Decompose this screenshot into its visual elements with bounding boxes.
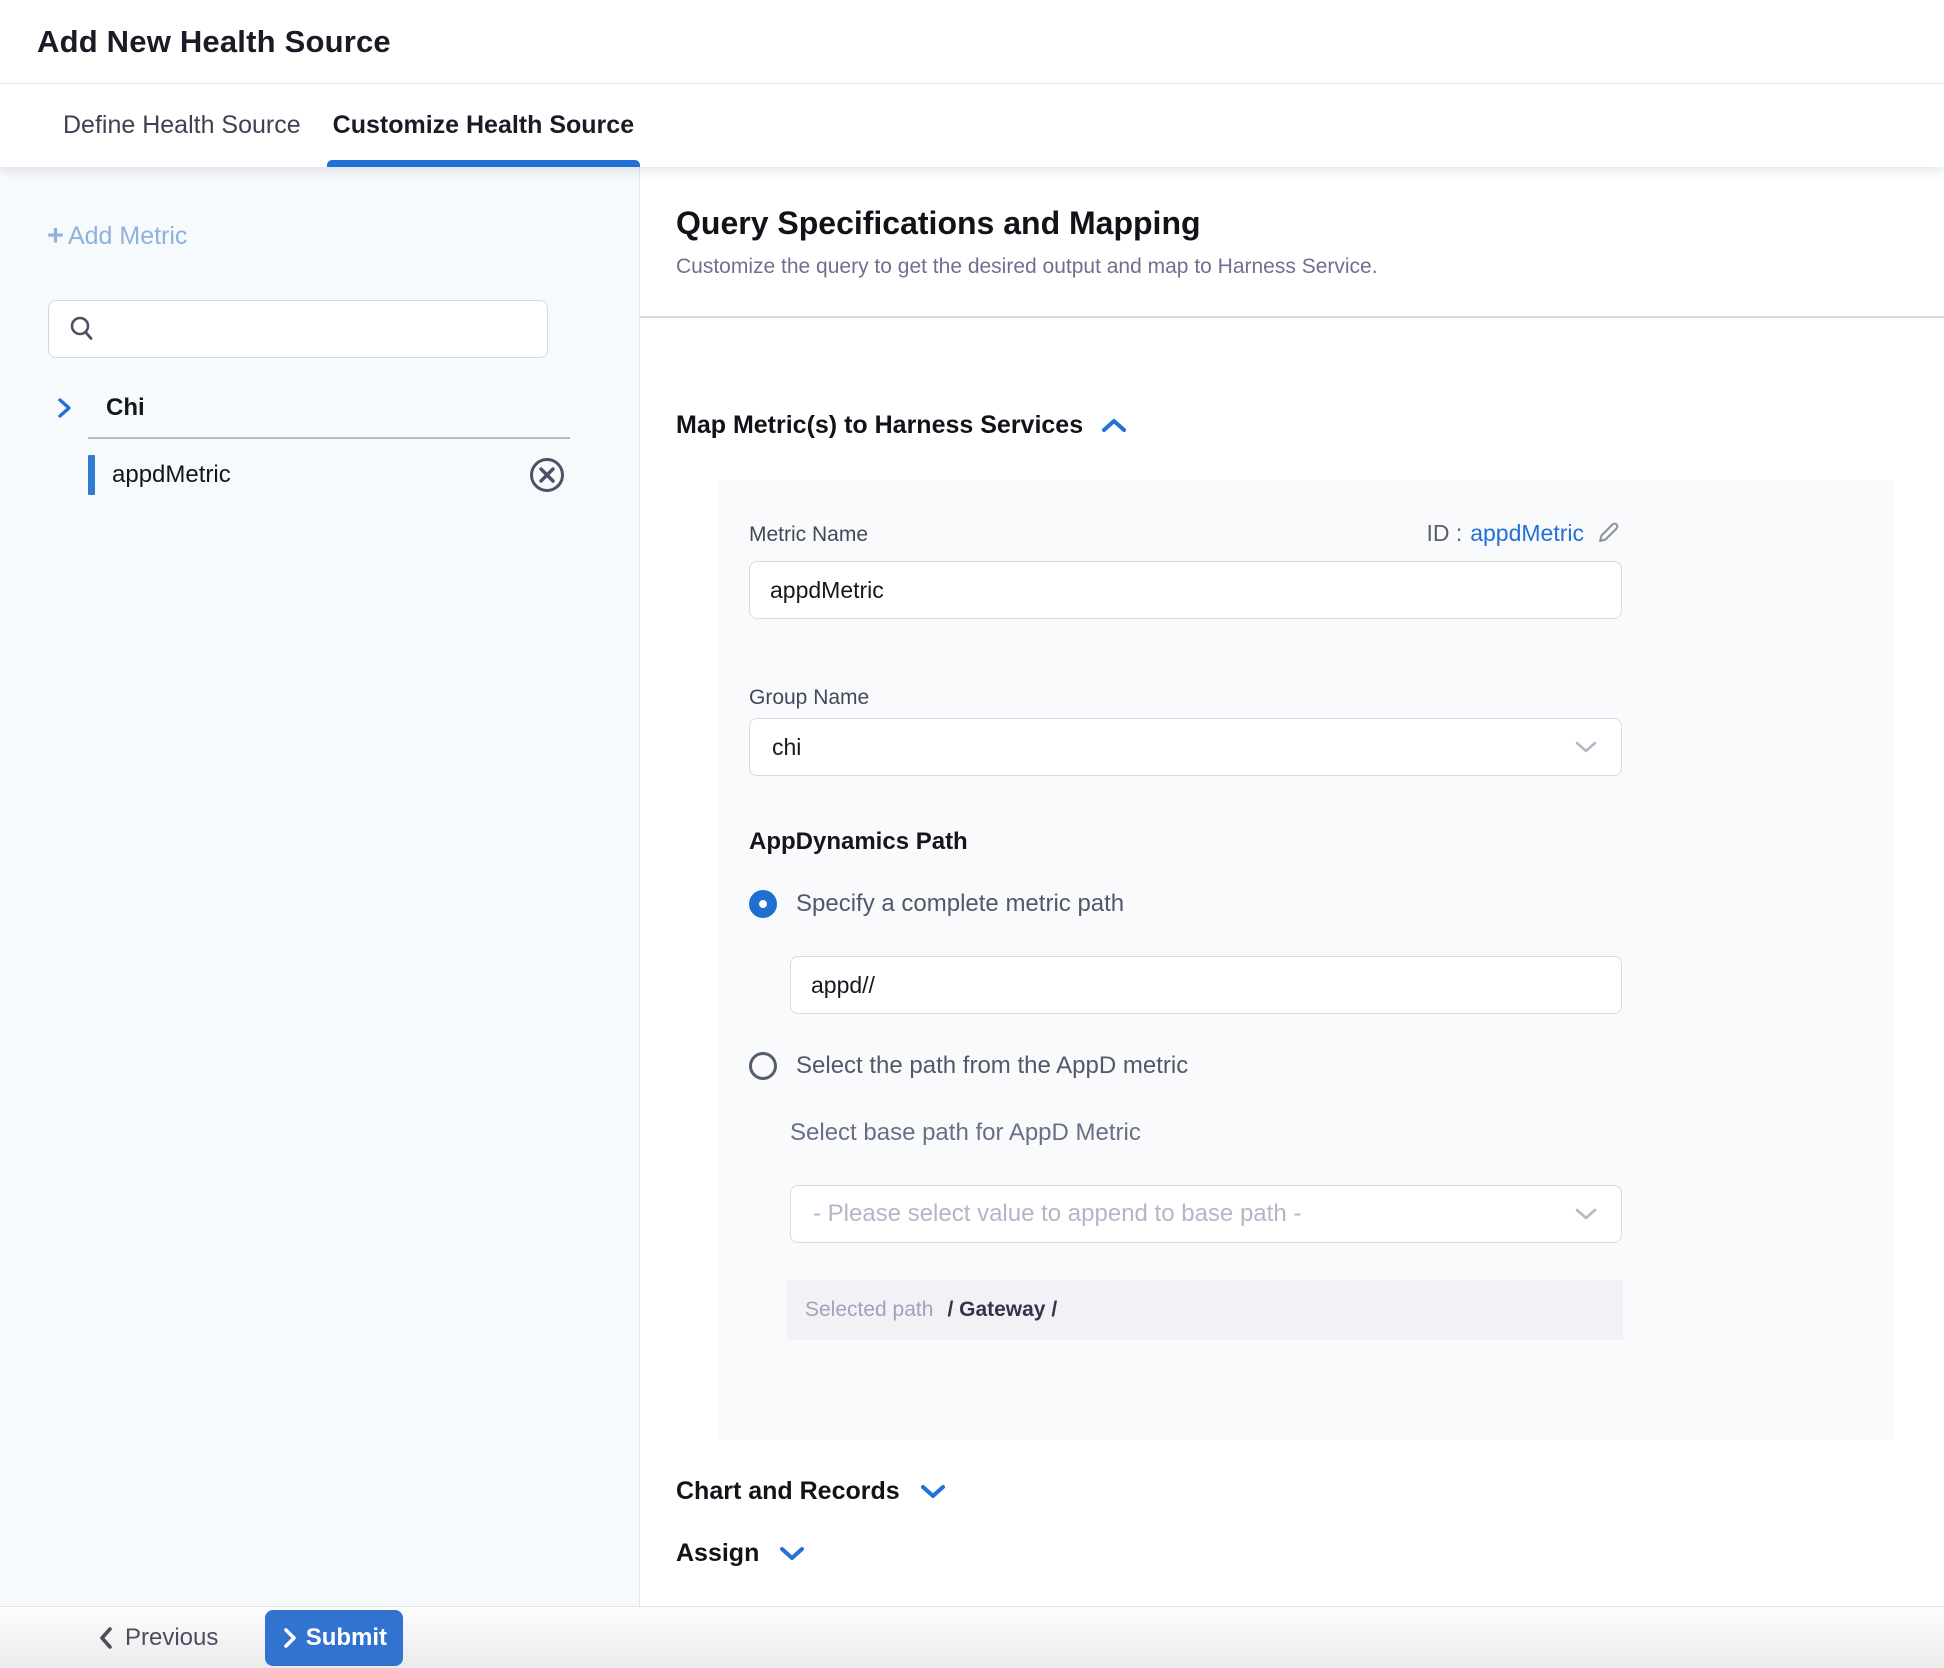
id-label: ID :	[1426, 520, 1462, 547]
chart-records-title: Chart and Records	[676, 1477, 900, 1506]
heading-divider	[640, 316, 1944, 318]
chevron-down-icon	[776, 1544, 808, 1564]
base-path-select[interactable]: - Please select value to append to base …	[790, 1185, 1622, 1243]
add-metric-label: Add Metric	[68, 222, 187, 251]
tab-label: Define Health Source	[63, 111, 301, 140]
metric-name-input[interactable]	[749, 561, 1622, 619]
selected-path-display: Selected path / Gateway /	[787, 1280, 1623, 1340]
appdynamics-path-label: AppDynamics Path	[749, 828, 1895, 856]
map-metrics-title: Map Metric(s) to Harness Services	[676, 411, 1083, 440]
circle-x-icon	[527, 455, 567, 495]
base-path-label: Select base path for AppD Metric	[790, 1119, 1895, 1147]
active-tab-underline	[327, 160, 640, 167]
metric-search-box	[48, 300, 548, 358]
add-metric-button[interactable]: + Add Metric	[47, 222, 639, 251]
chevron-down-icon	[1573, 1206, 1599, 1222]
query-specifications-panel: Query Specifications and Mapping Customi…	[640, 167, 1944, 1606]
selected-indicator-bar	[88, 455, 95, 495]
radio-select-path-from-appd[interactable]: Select the path from the AppD metric	[749, 1052, 1895, 1080]
complete-metric-path-input[interactable]	[790, 956, 1622, 1014]
submit-label: Submit	[306, 1624, 387, 1652]
metric-name-label: Metric Name	[749, 523, 868, 547]
radio-label: Specify a complete metric path	[796, 890, 1124, 918]
metric-id-group: ID : appdMetric	[1426, 519, 1622, 547]
previous-button[interactable]: Previous	[97, 1624, 218, 1652]
chart-and-records-toggle[interactable]: Chart and Records	[676, 1477, 1944, 1506]
selected-path-label: Selected path	[805, 1298, 933, 1322]
tab-define-health-source[interactable]: Define Health Source	[63, 84, 301, 167]
page-title: Add New Health Source	[37, 24, 391, 60]
dialog-header: Add New Health Source	[0, 0, 1944, 84]
search-input[interactable]	[109, 301, 547, 357]
plus-icon: +	[47, 222, 64, 251]
id-value-link[interactable]: appdMetric	[1470, 520, 1584, 547]
add-health-source-dialog: Add New Health Source Define Health Sour…	[0, 0, 1944, 1668]
delete-metric-button[interactable]	[527, 455, 567, 495]
selected-path-value: / Gateway /	[947, 1298, 1057, 1322]
chevron-left-icon	[97, 1625, 115, 1651]
assign-toggle[interactable]: Assign	[676, 1539, 1944, 1568]
group-name-label: Group Name	[749, 686, 1895, 710]
assign-title: Assign	[676, 1539, 759, 1568]
chevron-up-icon	[1099, 416, 1129, 436]
chevron-down-icon	[917, 1482, 949, 1502]
metrics-sidebar: + Add Metric Chi	[0, 167, 640, 1606]
chevron-right-icon	[282, 1626, 298, 1650]
group-name-select[interactable]: chi	[749, 718, 1622, 776]
sidebar-group-chi[interactable]: Chi	[53, 394, 639, 422]
radio-unselected-icon	[749, 1052, 777, 1080]
chevron-right-icon	[53, 396, 75, 420]
metric-item-label: appdMetric	[112, 461, 527, 489]
group-label: Chi	[106, 394, 145, 422]
sidebar-item-appdmetric[interactable]: appdMetric	[0, 453, 639, 497]
search-icon	[67, 314, 97, 344]
chevron-down-icon	[1573, 739, 1599, 755]
radio-complete-metric-path[interactable]: Specify a complete metric path	[749, 890, 1895, 918]
dialog-footer: Previous Submit	[0, 1606, 1944, 1668]
submit-button[interactable]: Submit	[265, 1610, 403, 1666]
previous-label: Previous	[125, 1624, 218, 1652]
map-metrics-section-toggle[interactable]: Map Metric(s) to Harness Services	[676, 411, 1944, 440]
tab-customize-health-source[interactable]: Customize Health Source	[333, 84, 634, 167]
radio-selected-icon	[749, 890, 777, 918]
tab-bar: Define Health Source Customize Health So…	[0, 84, 1944, 167]
section-subheading: Customize the query to get the desired o…	[676, 255, 1944, 279]
radio-label: Select the path from the AppD metric	[796, 1052, 1188, 1080]
sidebar-divider	[88, 437, 570, 439]
tab-label: Customize Health Source	[333, 111, 634, 140]
edit-pencil-icon[interactable]	[1594, 519, 1622, 547]
base-path-placeholder: - Please select value to append to base …	[813, 1200, 1301, 1228]
group-name-value: chi	[772, 734, 801, 761]
metric-mapping-card: Metric Name ID : appdMetric Group Name c…	[717, 480, 1895, 1440]
section-heading: Query Specifications and Mapping	[676, 205, 1944, 242]
